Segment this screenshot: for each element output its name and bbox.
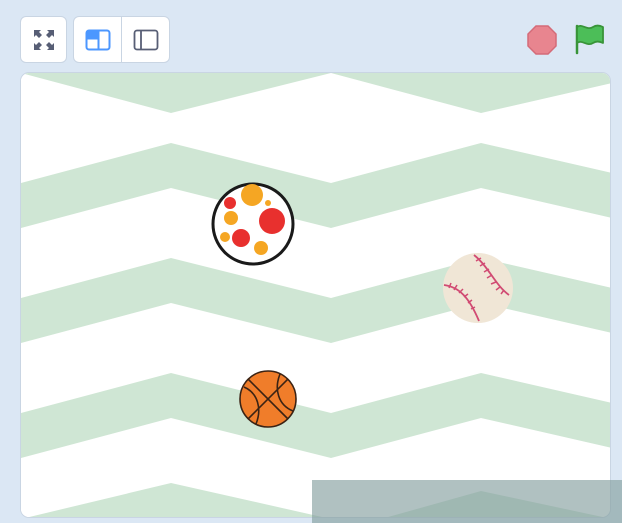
stage-size-toggle — [73, 16, 170, 63]
fullscreen-button[interactable] — [20, 16, 67, 63]
zigzag-backdrop — [21, 73, 610, 517]
overlay-panel — [312, 480, 622, 523]
baseball-sprite[interactable] — [441, 251, 515, 325]
large-stage-layout-icon — [133, 29, 158, 50]
large-stage-button[interactable] — [121, 17, 169, 62]
small-stage-layout-icon — [85, 29, 110, 50]
dots-ball-sprite[interactable] — [210, 181, 296, 267]
green-flag-button[interactable] — [572, 22, 606, 56]
stop-button[interactable] — [526, 24, 558, 56]
stop-sign-icon — [527, 25, 557, 55]
green-flag-icon — [575, 24, 604, 55]
stage-canvas[interactable] — [20, 72, 611, 518]
fullscreen-icon — [33, 29, 54, 50]
stage-toolbar — [0, 0, 622, 70]
basketball-sprite[interactable] — [238, 369, 298, 429]
small-stage-button[interactable] — [74, 17, 121, 62]
